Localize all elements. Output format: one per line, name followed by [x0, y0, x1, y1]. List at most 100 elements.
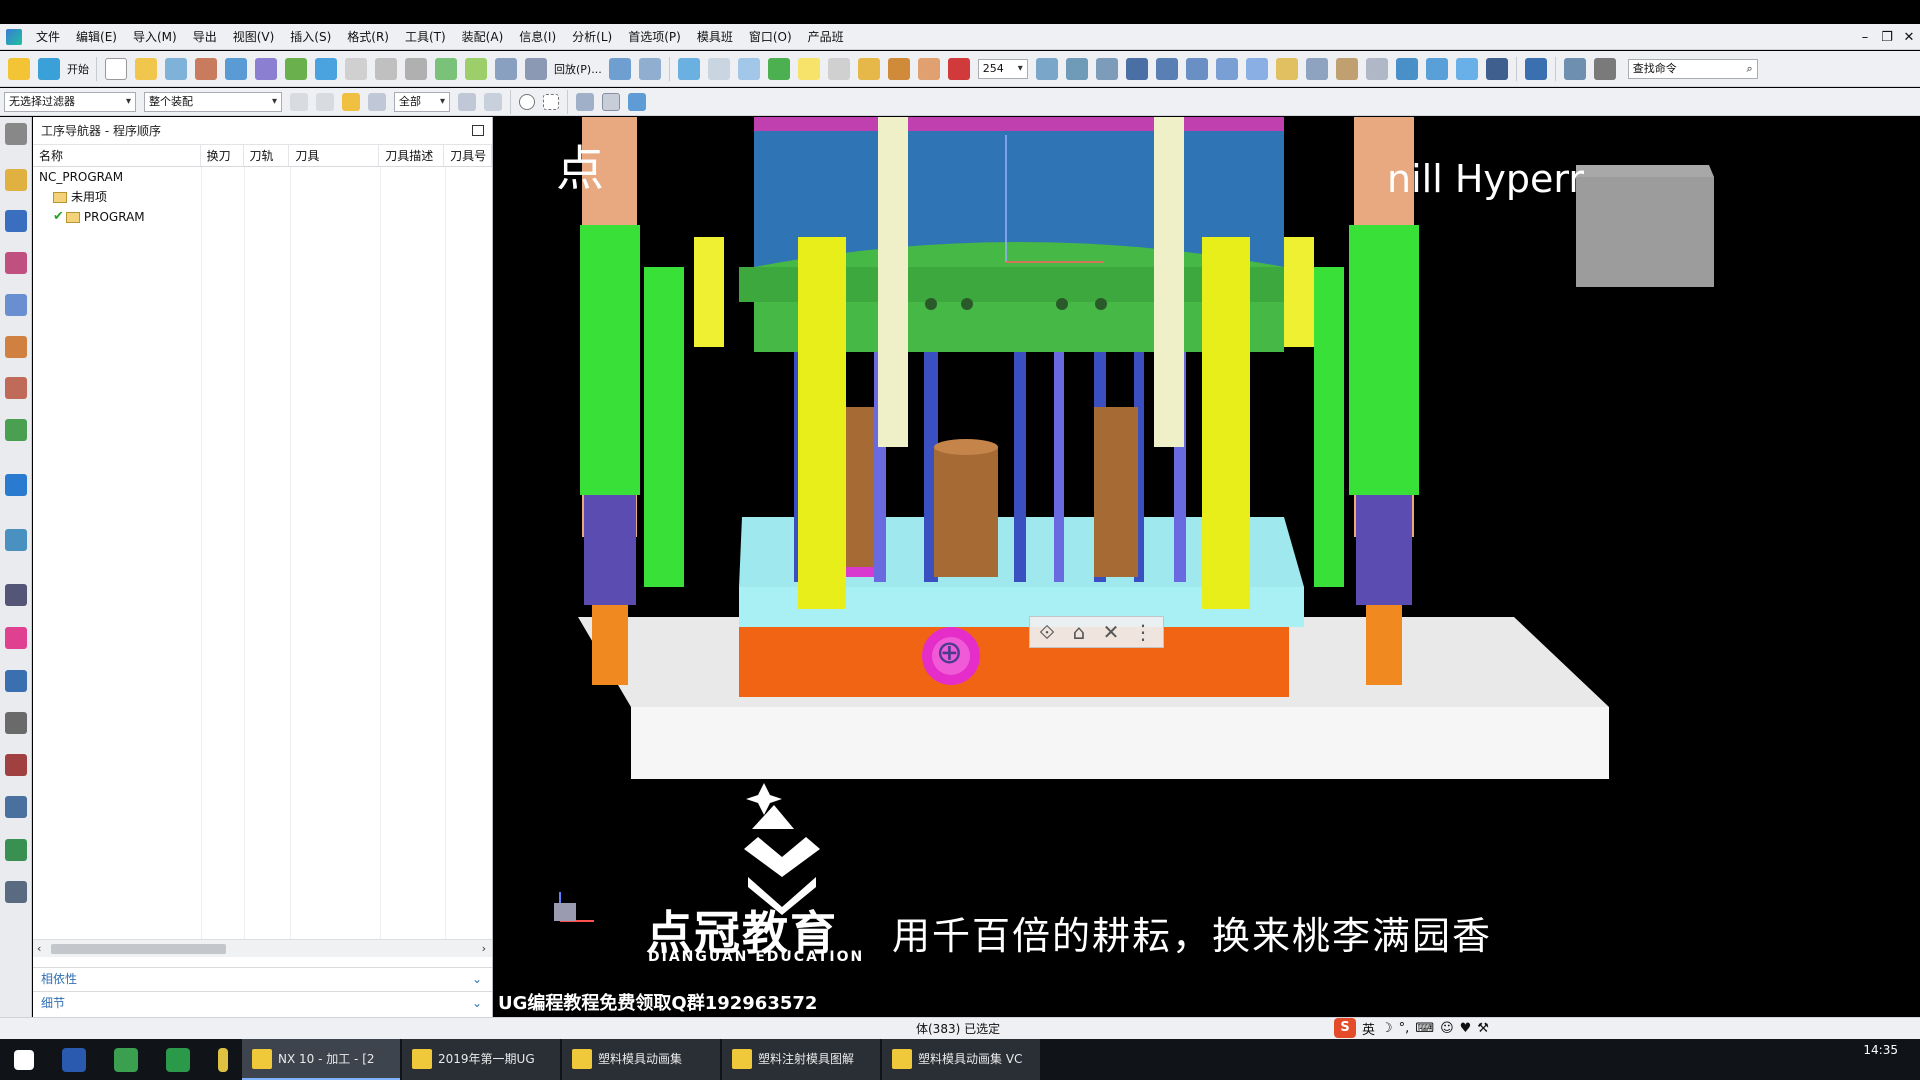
selection-filter-combo[interactable]: 无选择过滤器	[4, 91, 136, 112]
assembly-icon[interactable]	[887, 57, 910, 80]
new-file-icon[interactable]	[105, 57, 127, 80]
palette-icon[interactable]	[5, 627, 27, 649]
menu-info[interactable]: 信息(I)	[511, 24, 564, 50]
blend-icon[interactable]	[1455, 57, 1478, 80]
column-name[interactable]: 名称	[33, 145, 201, 166]
ruler-icon[interactable]	[1335, 57, 1358, 80]
save-all-icon[interactable]	[1485, 57, 1508, 80]
web-browser-icon[interactable]	[5, 474, 27, 496]
curve-rule-icon[interactable]	[638, 57, 661, 80]
pinned-app-icon[interactable]	[218, 1047, 228, 1072]
column-tool-description[interactable]: 刀具描述	[379, 145, 445, 166]
navigator-horizontal-scrollbar[interactable]: ‹ ›	[33, 939, 492, 957]
solid-view-icon[interactable]	[628, 92, 646, 111]
tool-list-icon[interactable]	[495, 57, 517, 80]
undo-icon[interactable]	[1524, 57, 1547, 80]
roles-icon[interactable]	[5, 670, 27, 692]
delete-icon[interactable]: ✕	[1100, 621, 1122, 643]
cavity-icon[interactable]	[947, 57, 970, 80]
menu-file[interactable]: 文件	[28, 24, 68, 50]
trim-icon[interactable]	[1245, 57, 1268, 80]
playback-button[interactable]: 回放(P)...	[554, 61, 602, 77]
scope-all-combo[interactable]: 全部	[394, 91, 450, 112]
start-icon[interactable]	[38, 57, 60, 80]
assembly-navigator-icon[interactable]	[5, 169, 27, 191]
component-edit-icon[interactable]: ⌂	[1068, 621, 1090, 643]
snap-point-icon[interactable]	[608, 57, 631, 80]
part-navigator-icon[interactable]	[5, 252, 27, 274]
render-value-combo[interactable]: 254	[977, 58, 1028, 79]
column-toolpath[interactable]: 刀轨	[244, 145, 290, 166]
assembly-scope-combo[interactable]: 整个装配	[144, 91, 282, 112]
post-process-icon[interactable]	[435, 57, 457, 80]
menu-window[interactable]: 窗口(O)	[741, 24, 800, 50]
menu-edit[interactable]: 编辑(E)	[68, 24, 125, 50]
create-program-icon[interactable]	[195, 57, 217, 80]
mold-wizard-icon[interactable]	[917, 57, 940, 80]
machine-navigator-icon[interactable]	[5, 336, 27, 358]
explorer-icon[interactable]	[62, 1047, 86, 1072]
skin-icon[interactable]: ♥	[1460, 1021, 1472, 1036]
chevron-down-icon[interactable]: ⌄	[472, 968, 482, 990]
spline-icon[interactable]	[1185, 57, 1208, 80]
generate-toolpath-icon[interactable]	[345, 57, 367, 80]
sogou-ime-icon[interactable]: S	[1334, 1018, 1356, 1038]
layer-icon[interactable]	[1035, 57, 1058, 80]
dependencies-panel[interactable]: 相依性 ⌄	[33, 967, 492, 989]
constraint-navigator-icon[interactable]	[5, 210, 27, 232]
operation-list-icon[interactable]	[525, 57, 547, 80]
split-icon[interactable]	[1305, 57, 1328, 80]
command-search-input[interactable]: 查找命令 ⌕	[1627, 58, 1758, 79]
shop-doc-icon[interactable]	[465, 57, 487, 80]
select-all-icon[interactable]	[316, 92, 334, 111]
reset-filter-icon[interactable]	[368, 92, 386, 111]
column-tool[interactable]: 刀具	[289, 145, 380, 166]
taskbar-button-animation-vc[interactable]: 塑料模具动画集 VC	[882, 1039, 1040, 1080]
feature-navigator-icon[interactable]	[5, 377, 27, 399]
point-icon[interactable]	[797, 57, 820, 80]
verify-toolpath-icon[interactable]	[375, 57, 397, 80]
keyboard-icon[interactable]: ⌨	[1415, 1021, 1434, 1036]
user-icon[interactable]: ☺	[1440, 1021, 1454, 1036]
snap-end-icon[interactable]	[484, 92, 502, 111]
column-tool-change[interactable]: 换刀	[201, 145, 244, 166]
details-panel[interactable]: 细节 ⌄	[33, 991, 492, 1013]
taskbar-button-animation[interactable]: 塑料模具动画集	[562, 1039, 720, 1080]
chevron-down-icon[interactable]: ⌄	[472, 992, 482, 1014]
restore-icon[interactable]: ❐	[1880, 30, 1894, 45]
chrome-icon[interactable]	[114, 1047, 138, 1072]
snap-circle-icon[interactable]	[519, 93, 535, 110]
windows-start-icon[interactable]	[14, 1049, 34, 1070]
tree-node-nc-program[interactable]: NC_PROGRAM	[33, 167, 492, 187]
section-icon[interactable]	[1095, 57, 1118, 80]
menu-import[interactable]: 导入(M)	[125, 24, 185, 50]
menu-mold-class[interactable]: 模具班	[689, 24, 741, 50]
menu-view[interactable]: 视图(V)	[225, 24, 283, 50]
offset-icon[interactable]	[1215, 57, 1238, 80]
scroll-thumb[interactable]	[51, 944, 226, 954]
menu-export[interactable]: 导出	[185, 24, 225, 50]
customize-icon[interactable]	[1593, 57, 1616, 80]
move-layer-icon[interactable]	[1065, 57, 1088, 80]
punctuation-icon[interactable]: °,	[1399, 1021, 1410, 1036]
menu-assembly[interactable]: 装配(A)	[454, 24, 512, 50]
graphics-window[interactable]: 点 nill Hyperr ⟐ ⌂ ✕ ⋮ 点冠教育 DIANGUAN EDUC…	[494, 117, 1920, 1017]
create-geometry-icon[interactable]	[255, 57, 277, 80]
sweep-icon[interactable]	[1155, 57, 1178, 80]
view-orient-icon[interactable]	[737, 57, 760, 80]
revolve-icon[interactable]	[1425, 57, 1448, 80]
taskbar-button-course[interactable]: 2019年第一期UG	[402, 1039, 560, 1080]
settings-icon[interactable]	[5, 123, 27, 145]
save-icon[interactable]	[165, 57, 187, 80]
layer-settings-icon[interactable]	[707, 57, 730, 80]
system-materials-icon[interactable]	[5, 712, 27, 734]
history-icon[interactable]	[5, 529, 27, 551]
wireframe-view-icon[interactable]	[602, 92, 620, 111]
wrench-icon[interactable]: ⚒	[1477, 1021, 1489, 1036]
menu-product-class[interactable]: 产品班	[800, 24, 852, 50]
process-studio-icon[interactable]	[5, 754, 27, 776]
ime-language[interactable]: 英	[1362, 1019, 1375, 1038]
add-filter-icon[interactable]	[342, 92, 360, 111]
column-tool-number[interactable]: 刀具号	[444, 145, 492, 166]
window-layout-icon[interactable]	[1563, 57, 1586, 80]
